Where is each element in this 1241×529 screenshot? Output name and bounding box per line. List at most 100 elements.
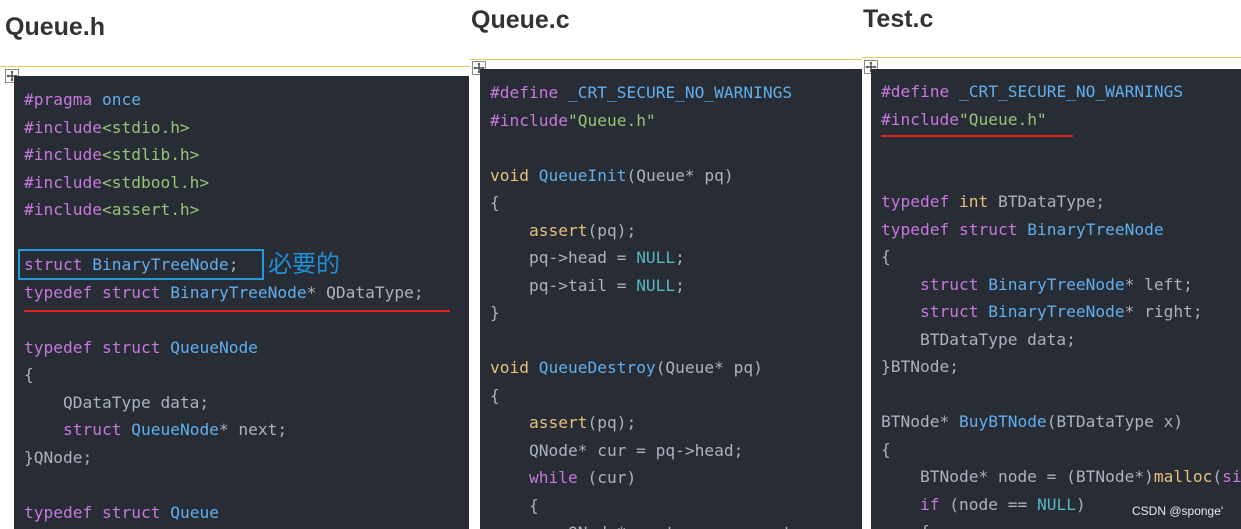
code-token: (Queue* pq) xyxy=(626,165,734,185)
code-token: NULL xyxy=(636,275,676,295)
code-token: while xyxy=(528,468,578,487)
code-token: BinaryTreeNode xyxy=(988,274,1125,294)
code-token: #include xyxy=(24,200,102,219)
code-token: (pq); xyxy=(587,413,637,432)
code-token: if xyxy=(919,494,940,514)
code-token: once xyxy=(101,90,141,109)
code-line: BTDataType data; xyxy=(881,326,1241,354)
header-queue-h: Queue.h xyxy=(5,13,106,41)
annotation-necessary: 必要的 xyxy=(268,250,340,278)
code-token: typedef xyxy=(881,219,950,239)
code-token: int xyxy=(958,192,989,211)
code-line: void QueueInit(Queue* pq) xyxy=(490,162,802,190)
code-line: { xyxy=(881,436,1241,464)
code-token: #pragma xyxy=(24,90,93,109)
code-line: void QueueDestroy(Queue* pq) xyxy=(490,354,802,382)
code-token: pq->tail = xyxy=(490,275,637,295)
code-line: { xyxy=(24,361,424,389)
code-line: }QNode; xyxy=(24,444,424,472)
code-token: #define xyxy=(490,83,559,102)
code-token: QueueNode xyxy=(170,337,258,357)
code-line: #include"Queue.h" xyxy=(490,107,802,135)
code-token: <stdbool.h> xyxy=(101,172,210,192)
code-token: BuyBTNode xyxy=(958,412,1047,431)
code-token: #include xyxy=(24,145,102,164)
code-token: (Queue* pq) xyxy=(655,358,763,377)
code-token: QueueInit xyxy=(538,165,627,185)
code-token: { xyxy=(24,365,34,384)
code-token: malloc xyxy=(1153,467,1213,486)
divider-test-c xyxy=(862,57,1241,58)
code-line: pq->tail = NULL; xyxy=(490,272,802,300)
code-line: { xyxy=(490,492,802,520)
code-panel-test-c: #define _CRT_SECURE_NO_WARNINGS #include"… xyxy=(871,69,1241,529)
code-token: BTNode* node = (BTNode*) xyxy=(881,467,1154,486)
code-token: assert xyxy=(528,413,588,432)
code-block-queue-c: #define _CRT_SECURE_NO_WARNINGS #include"… xyxy=(490,79,802,529)
code-token: struct xyxy=(919,274,979,294)
code-token: { xyxy=(881,522,930,529)
code-token: struct xyxy=(101,502,161,522)
code-token: _CRT_SECURE_NO_WARNINGS xyxy=(567,83,793,102)
code-token: { xyxy=(490,495,539,515)
code-token: #include xyxy=(881,109,959,129)
code-line: struct QueueNode* next; xyxy=(24,416,424,444)
code-token: sizeof xyxy=(1222,467,1241,486)
code-token: void xyxy=(490,165,529,185)
code-token: assert xyxy=(528,220,588,240)
include-underline xyxy=(881,135,1073,137)
header-queue-c: Queue.c xyxy=(471,6,570,34)
code-token: BTDataType data; xyxy=(881,329,1076,349)
code-line: { xyxy=(881,243,1241,271)
code-token: pq->head = xyxy=(490,248,637,267)
code-line: #define _CRT_SECURE_NO_WARNINGS xyxy=(881,78,1241,106)
code-line: typedef struct QueueNode xyxy=(24,334,424,362)
code-token: struct xyxy=(101,337,161,357)
header-test-c: Test.c xyxy=(863,5,934,33)
code-token: QNode* next = cur->next; xyxy=(490,523,802,529)
code-line: BTNode* BuyBTNode(BTDataType x) xyxy=(881,408,1241,436)
code-line: typedef struct Queue xyxy=(24,499,424,527)
code-token: * next; xyxy=(218,420,288,439)
code-token: Queue xyxy=(170,502,219,522)
code-line: { xyxy=(490,382,802,410)
code-token: * QDataType; xyxy=(306,282,424,302)
code-token: }BTNode; xyxy=(881,357,959,376)
code-line: assert(pq); xyxy=(490,409,802,437)
code-line: #pragma once xyxy=(24,86,424,114)
code-token: * left; xyxy=(1124,274,1193,294)
code-token: BTDataType; xyxy=(988,192,1106,211)
code-panel-queue-h: #pragma once #include <stdio.h> #include <st… xyxy=(14,76,469,529)
code-token: (BTDataType x) xyxy=(1046,412,1184,431)
code-token: QNode* cur = pq->head; xyxy=(490,440,744,460)
code-line: pq->head = NULL; xyxy=(490,244,802,272)
code-token: _CRT_SECURE_NO_WARNINGS xyxy=(958,82,1184,101)
code-line: assert(pq); xyxy=(490,217,802,245)
code-line: { xyxy=(490,189,802,217)
code-panel-queue-c: #define _CRT_SECURE_NO_WARNINGS #include"… xyxy=(480,69,862,529)
code-token: NULL xyxy=(1036,494,1076,514)
code-line: QNode* cur = pq->head; xyxy=(490,437,802,465)
code-line: #include<assert.h> xyxy=(24,196,424,224)
code-token: <stdio.h> xyxy=(101,117,190,137)
code-token: BinaryTreeNode xyxy=(1027,219,1164,239)
code-token: struct xyxy=(101,282,161,302)
typedef-underline xyxy=(24,310,450,312)
code-token: (node == xyxy=(939,494,1037,514)
